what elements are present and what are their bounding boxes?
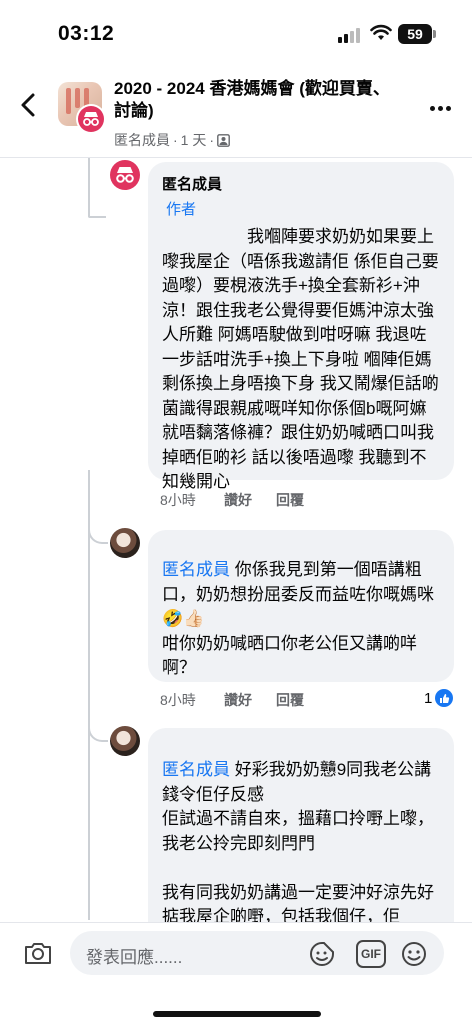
more-icon[interactable] xyxy=(430,98,456,111)
thread-line xyxy=(88,158,90,216)
comment-text: 匿名成員 好彩我奶奶戇9同我老公講錢令佢仔反感 佢試過不請自來，搵藉口拎嘢上嚟，… xyxy=(162,760,434,926)
post-author: 匿名成員 xyxy=(114,132,170,148)
cellular-signal-icon xyxy=(338,27,360,43)
commenter-avatar[interactable] xyxy=(110,528,140,558)
comment-time[interactable]: 8小時 xyxy=(160,490,224,510)
comment-actions: 8小時 讚好 回覆 xyxy=(160,690,304,710)
comment-time[interactable]: 8小時 xyxy=(160,690,224,710)
reaction-count: 1 xyxy=(424,689,433,707)
like-reaction-icon xyxy=(435,689,454,707)
members-icon xyxy=(217,133,230,147)
like-button[interactable]: 讚好 xyxy=(224,690,276,710)
group-title[interactable]: 2020 - 2024 香港媽媽會 (歡迎買賣、討論) xyxy=(114,78,404,122)
mention-link[interactable]: 匿名成員 xyxy=(162,760,230,779)
back-icon[interactable] xyxy=(14,90,44,120)
comment-bubble[interactable]: 匿名成員 作者 我嗰陣要求奶奶如果要上嚟我屋企（唔係我邀請佢 係佢自己要過嚟）要… xyxy=(148,162,454,491)
battery-tip xyxy=(433,30,436,38)
wifi-icon xyxy=(370,24,392,40)
home-indicator xyxy=(153,1011,321,1017)
comment-text: 匿名成員 你係我見到第一個唔講粗口，奶奶想扮屈委反而益咗你嘅媽咪🤣👍🏻 咁你奶奶… xyxy=(162,560,434,677)
mention-link[interactable]: 匿名成員 xyxy=(162,560,230,579)
commenter-avatar[interactable] xyxy=(110,160,140,190)
thread-connector xyxy=(88,216,106,218)
battery-indicator: 59 xyxy=(398,24,432,44)
comment-author[interactable]: 匿名成員 xyxy=(162,172,440,197)
reaction-summary[interactable]: 1 xyxy=(424,689,454,707)
thread-connector xyxy=(88,700,108,742)
comment-actions: 8小時 讚好 回覆 xyxy=(160,490,304,510)
anonymous-member-icon xyxy=(76,104,106,134)
camera-icon[interactable] xyxy=(22,937,54,969)
anonymous-member-icon xyxy=(116,167,134,183)
post-meta: 匿名成員 · 1 天 · xyxy=(114,130,230,150)
status-time: 03:12 xyxy=(58,22,115,45)
emoji-icon[interactable] xyxy=(400,940,428,968)
comment-text: 我嗰陣要求奶奶如果要上嚟我屋企（唔係我邀請佢 係佢自己要過嚟）要梘液洗手+換全套… xyxy=(162,227,439,491)
gif-label: GIF xyxy=(361,947,381,961)
post-age[interactable]: 1 天 xyxy=(181,130,207,150)
author-badge: 作者 xyxy=(166,200,197,218)
meta-separator: · xyxy=(209,132,215,148)
comment-composer: 發表回應...... GIF xyxy=(0,922,472,1024)
meta-separator: · xyxy=(173,132,178,148)
gif-icon[interactable]: GIF xyxy=(356,940,386,968)
reply-button[interactable]: 回覆 xyxy=(276,690,304,710)
like-button[interactable]: 讚好 xyxy=(224,490,276,510)
comment-placeholder: 發表回應...... xyxy=(86,948,183,967)
status-bar: 03:12 59 xyxy=(0,0,472,62)
comment-bubble[interactable]: 匿名成員 你係我見到第一個唔講粗口，奶奶想扮屈委反而益咗你嘅媽咪🤣👍🏻 咁你奶奶… xyxy=(148,530,454,682)
comment-input[interactable]: 發表回應...... GIF xyxy=(70,931,444,975)
post-header: 2020 - 2024 香港媽媽會 (歡迎買賣、討論) 匿名成員 · 1 天 · xyxy=(0,62,472,158)
sticker-icon[interactable] xyxy=(308,940,336,968)
reply-button[interactable]: 回覆 xyxy=(276,490,304,510)
thread-connector xyxy=(88,510,108,544)
commenter-avatar[interactable] xyxy=(110,726,140,756)
